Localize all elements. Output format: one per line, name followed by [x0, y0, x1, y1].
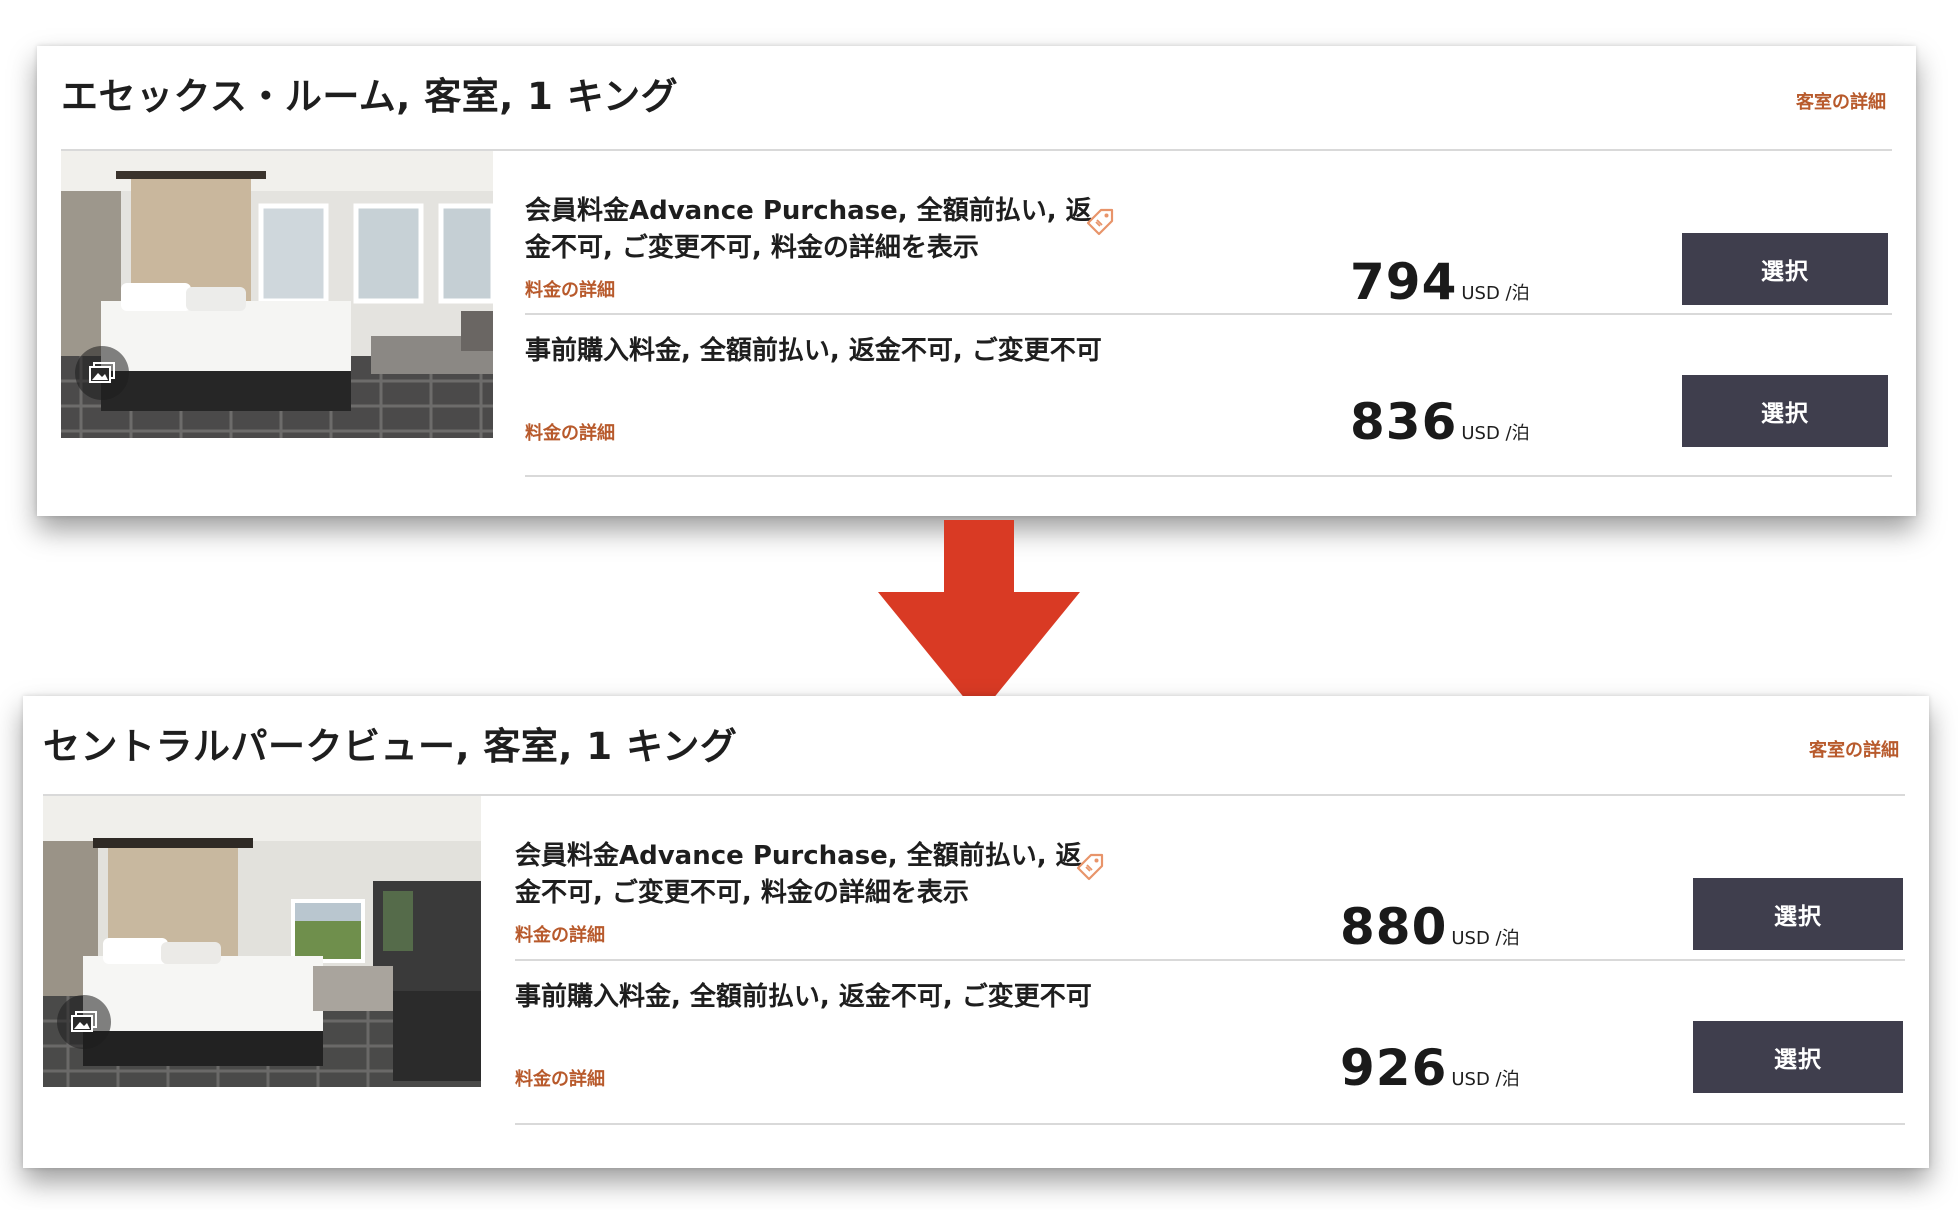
rate-name: 会員料金Advance Purchase, 全額前払い, 返金不可, ご変更不可… — [515, 841, 1082, 908]
price-tag-icon — [1086, 208, 1114, 236]
room-title: エセックス・ルーム, 客室, 1 キング — [61, 75, 679, 118]
room-card-essex: エセックス・ルーム, 客室, 1 キング 客室の詳細 会員料金Advance P… — [37, 46, 1916, 516]
select-button[interactable]: 選択 — [1693, 878, 1903, 950]
rate-row: 会員料金Advance Purchase, 全額前払い, 返金不可, ご変更不可… — [525, 151, 1892, 315]
rate-row: 事前購入料金, 全額前払い, 返金不可, ご変更不可 料金の詳細 926 USD… — [515, 959, 1905, 1125]
gallery-icon — [89, 362, 115, 383]
price-amount: 794 — [1350, 253, 1458, 311]
price-amount: 836 — [1350, 393, 1458, 451]
room-photo[interactable] — [43, 796, 481, 1087]
rate-name: 会員料金Advance Purchase, 全額前払い, 返金不可, ご変更不可… — [525, 196, 1092, 263]
price-unit: USD /泊 — [1451, 928, 1520, 949]
price-unit: USD /泊 — [1461, 423, 1530, 444]
price: 926 USD /泊 — [1340, 1039, 1520, 1097]
room-photo-image — [61, 151, 493, 438]
rate-details-link[interactable]: 料金の詳細 — [515, 1065, 605, 1091]
price: 836 USD /泊 — [1350, 393, 1530, 451]
room-photo[interactable] — [61, 151, 493, 438]
price-tag-icon — [1076, 853, 1104, 881]
room-title: セントラルパークビュー, 客室, 1 キング — [43, 725, 738, 768]
rate-row: 事前購入料金, 全額前払い, 返金不可, ご変更不可 料金の詳細 836 USD… — [525, 313, 1892, 477]
gallery-icon — [71, 1011, 97, 1032]
select-button[interactable]: 選択 — [1693, 1021, 1903, 1093]
rate-row: 会員料金Advance Purchase, 全額前払い, 返金不可, ご変更不可… — [515, 796, 1905, 961]
room-details-link[interactable]: 客室の詳細 — [1809, 736, 1899, 762]
gallery-button[interactable] — [75, 346, 129, 400]
rate-details-link[interactable]: 料金の詳細 — [525, 276, 615, 302]
rate-details-link[interactable]: 料金の詳細 — [525, 419, 615, 445]
rate-details-link[interactable]: 料金の詳細 — [515, 921, 605, 947]
down-arrow-icon — [878, 520, 1080, 716]
price-unit: USD /泊 — [1461, 283, 1530, 304]
price-amount: 880 — [1340, 898, 1448, 956]
price-unit: USD /泊 — [1451, 1069, 1520, 1090]
room-details-link[interactable]: 客室の詳細 — [1796, 88, 1886, 114]
room-card-central-park: セントラルパークビュー, 客室, 1 キング 客室の詳細 会員料金Advance… — [23, 696, 1929, 1168]
room-photo-image — [43, 796, 481, 1087]
rate-name: 事前購入料金, 全額前払い, 返金不可, ご変更不可 — [515, 982, 1092, 1012]
gallery-button[interactable] — [57, 995, 111, 1049]
rate-name: 事前購入料金, 全額前払い, 返金不可, ご変更不可 — [525, 336, 1102, 366]
select-button[interactable]: 選択 — [1682, 375, 1888, 447]
price: 794 USD /泊 — [1350, 253, 1530, 311]
select-button[interactable]: 選択 — [1682, 233, 1888, 305]
price: 880 USD /泊 — [1340, 898, 1520, 956]
price-amount: 926 — [1340, 1039, 1448, 1097]
